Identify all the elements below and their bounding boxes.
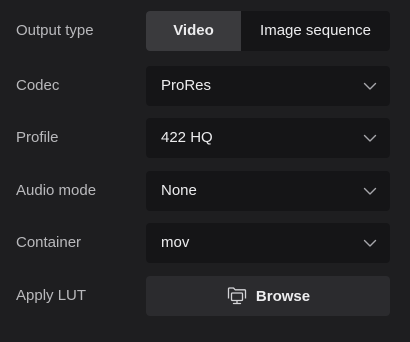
- chevron-down-icon: [363, 187, 377, 195]
- folder-monitor-icon: [227, 287, 247, 305]
- export-settings-panel: Output type Video Image sequence Codec P…: [0, 0, 410, 342]
- output-type-row: Output type Video Image sequence: [0, 11, 410, 51]
- codec-label: Codec: [16, 77, 60, 94]
- audio-mode-label: Audio mode: [16, 182, 97, 199]
- browse-button-label: Browse: [255, 287, 311, 305]
- profile-label: Profile: [16, 129, 59, 146]
- output-type-label: Output type: [16, 22, 94, 39]
- codec-select-value: ProRes: [161, 77, 212, 94]
- audio-mode-select[interactable]: None: [146, 171, 390, 211]
- container-select[interactable]: mov: [146, 223, 390, 263]
- codec-select[interactable]: ProRes: [146, 66, 390, 106]
- profile-select-value: 422 HQ: [161, 129, 213, 146]
- apply-lut-row: Apply LUT Browse: [0, 276, 410, 316]
- browse-button[interactable]: Browse: [146, 276, 390, 316]
- chevron-down-icon: [363, 82, 377, 90]
- codec-row: Codec ProRes: [0, 66, 410, 106]
- container-select-value: mov: [161, 234, 190, 251]
- container-row: Container mov: [0, 223, 410, 263]
- output-type-option-image-sequence[interactable]: Image sequence: [241, 11, 390, 51]
- audio-mode-row: Audio mode None: [0, 171, 410, 211]
- chevron-down-icon: [363, 239, 377, 247]
- output-type-segmented-control: Video Image sequence: [146, 11, 390, 51]
- profile-row: Profile 422 HQ: [0, 118, 410, 158]
- apply-lut-label: Apply LUT: [16, 287, 87, 304]
- profile-select[interactable]: 422 HQ: [146, 118, 390, 158]
- output-type-option-video[interactable]: Video: [146, 11, 241, 51]
- browse-button-content: Browse: [146, 276, 390, 316]
- container-label: Container: [16, 234, 82, 251]
- chevron-down-icon: [363, 134, 377, 142]
- audio-mode-select-value: None: [161, 182, 197, 199]
